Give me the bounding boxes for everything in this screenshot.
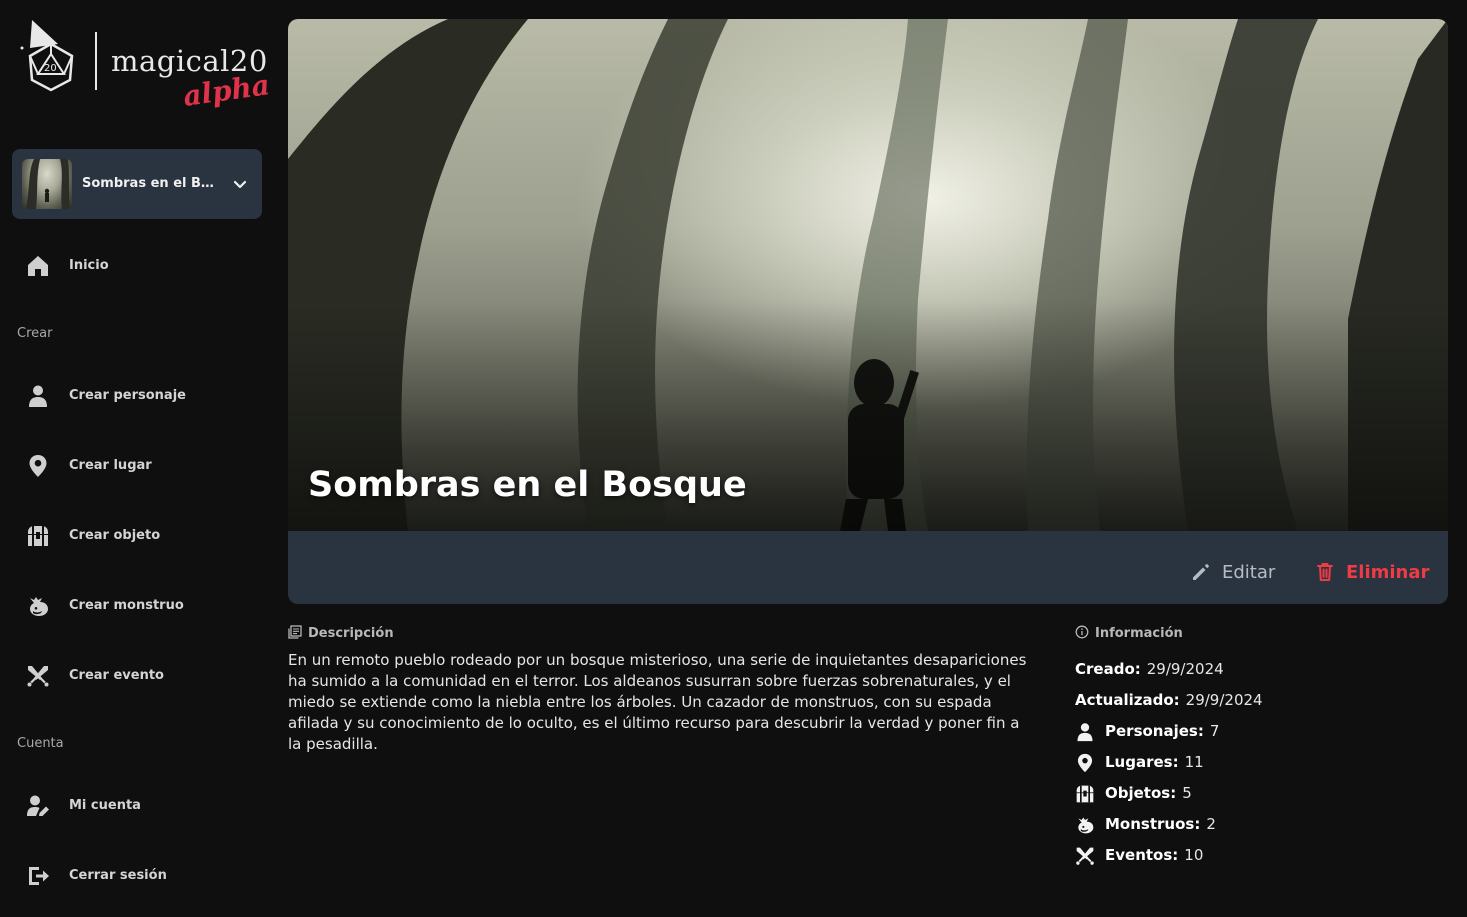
- map-pin-icon: [1075, 753, 1095, 773]
- info-characters-value: 7: [1209, 722, 1220, 740]
- sidebar-item-logout[interactable]: Cerrar sesión: [12, 849, 262, 905]
- sidebar-item-label: Crear objeto: [69, 528, 161, 543]
- delete-button[interactable]: Eliminar: [1315, 531, 1430, 604]
- sidebar-item-label: Mi cuenta: [69, 798, 141, 813]
- user-edit-icon: [26, 794, 50, 818]
- info-places-value: 11: [1184, 753, 1204, 771]
- sidebar-item-create-object[interactable]: Crear objeto: [12, 509, 262, 565]
- info-events: Eventos: 10: [1075, 846, 1203, 868]
- sidebar: 20 magical20 alpha Sombras en el Bos...: [0, 0, 275, 917]
- info-monsters-label: Monstruos:: [1105, 815, 1201, 833]
- info-objects-label: Objetos:: [1105, 784, 1177, 802]
- info-updated-value: 29/9/2024: [1185, 691, 1263, 709]
- info-updated: Actualizado: 29/9/2024: [1075, 691, 1263, 713]
- info-heading-label: Información: [1095, 626, 1183, 641]
- crossed-swords-icon: [1075, 846, 1095, 866]
- info-events-label: Eventos:: [1105, 846, 1179, 864]
- campaign-selector-name: Sombras en el Bos...: [82, 176, 222, 191]
- campaign-cover-image: Sombras en el Bosque: [288, 19, 1448, 531]
- d20-wizard-logo-icon: 20: [20, 20, 74, 92]
- info-objects: Objetos: 5: [1075, 784, 1192, 806]
- pencil-icon: [1193, 564, 1209, 580]
- sidebar-item-label: Cerrar sesión: [69, 868, 167, 883]
- sidebar-item-label: Crear lugar: [69, 458, 152, 473]
- info-characters-label: Personajes:: [1105, 722, 1204, 740]
- logo[interactable]: 20 magical20 alpha: [18, 18, 272, 114]
- sidebar-item-create-event[interactable]: Crear evento: [12, 649, 262, 705]
- edit-button-label: Editar: [1222, 562, 1276, 583]
- campaign-selector[interactable]: Sombras en el Bos...: [12, 149, 262, 219]
- info-characters: Personajes: 7: [1075, 722, 1219, 744]
- sidebar-item-label: Crear evento: [69, 668, 164, 683]
- sidebar-item-my-account[interactable]: Mi cuenta: [12, 779, 262, 835]
- info-places-label: Lugares:: [1105, 753, 1179, 771]
- info-updated-label: Actualizado:: [1075, 691, 1180, 709]
- logo-separator: [95, 32, 97, 90]
- campaign-description: En un remoto pueblo rodeado por un bosqu…: [288, 651, 1027, 753]
- info-monsters: Monstruos: 2: [1075, 815, 1216, 837]
- map-pin-icon: [26, 454, 50, 478]
- delete-button-label: Eliminar: [1346, 562, 1430, 583]
- dragon-icon: [1075, 815, 1095, 835]
- sidebar-item-label: Inicio: [69, 258, 109, 273]
- crossed-swords-icon: [26, 664, 50, 688]
- info-icon: [1075, 625, 1089, 639]
- sidebar-item-label: Crear personaje: [69, 388, 186, 403]
- info-events-value: 10: [1184, 846, 1204, 864]
- trash-icon: [1317, 563, 1333, 581]
- home-icon: [26, 254, 50, 278]
- chest-icon: [26, 524, 50, 548]
- sidebar-item-create-character[interactable]: Crear personaje: [12, 369, 262, 425]
- sidebar-item-home[interactable]: Inicio: [12, 239, 262, 295]
- sidebar-item-label: Crear monstruo: [69, 598, 184, 613]
- app: 20 magical20 alpha Sombras en el Bos...: [0, 0, 1467, 917]
- sidebar-section-create: Crear: [17, 326, 53, 341]
- person-icon: [1075, 722, 1095, 742]
- chest-icon: [1075, 784, 1095, 804]
- info-created-value: 29/9/2024: [1146, 660, 1224, 678]
- chevron-down-icon: [233, 180, 247, 189]
- campaign-title: Sombras en el Bosque: [308, 465, 747, 505]
- svg-text:20: 20: [44, 63, 57, 74]
- campaign-thumbnail: [22, 159, 72, 209]
- person-icon: [26, 384, 50, 408]
- cover-gradient: [288, 19, 1448, 531]
- description-heading-label: Descripción: [308, 626, 394, 641]
- campaign-action-bar: Editar Eliminar: [288, 531, 1448, 604]
- sidebar-item-create-place[interactable]: Crear lugar: [12, 439, 262, 495]
- info-created-label: Creado:: [1075, 660, 1141, 678]
- logout-icon: [26, 864, 50, 888]
- document-icon: [288, 625, 302, 639]
- sidebar-section-account: Cuenta: [17, 736, 64, 751]
- edit-button[interactable]: Editar: [1191, 531, 1291, 604]
- info-monsters-value: 2: [1206, 815, 1216, 833]
- info-objects-value: 5: [1182, 784, 1192, 802]
- info-created: Creado: 29/9/2024: [1075, 660, 1224, 682]
- dragon-icon: [26, 594, 50, 618]
- info-places: Lugares: 11: [1075, 753, 1204, 775]
- sidebar-item-create-monster[interactable]: Crear monstruo: [12, 579, 262, 635]
